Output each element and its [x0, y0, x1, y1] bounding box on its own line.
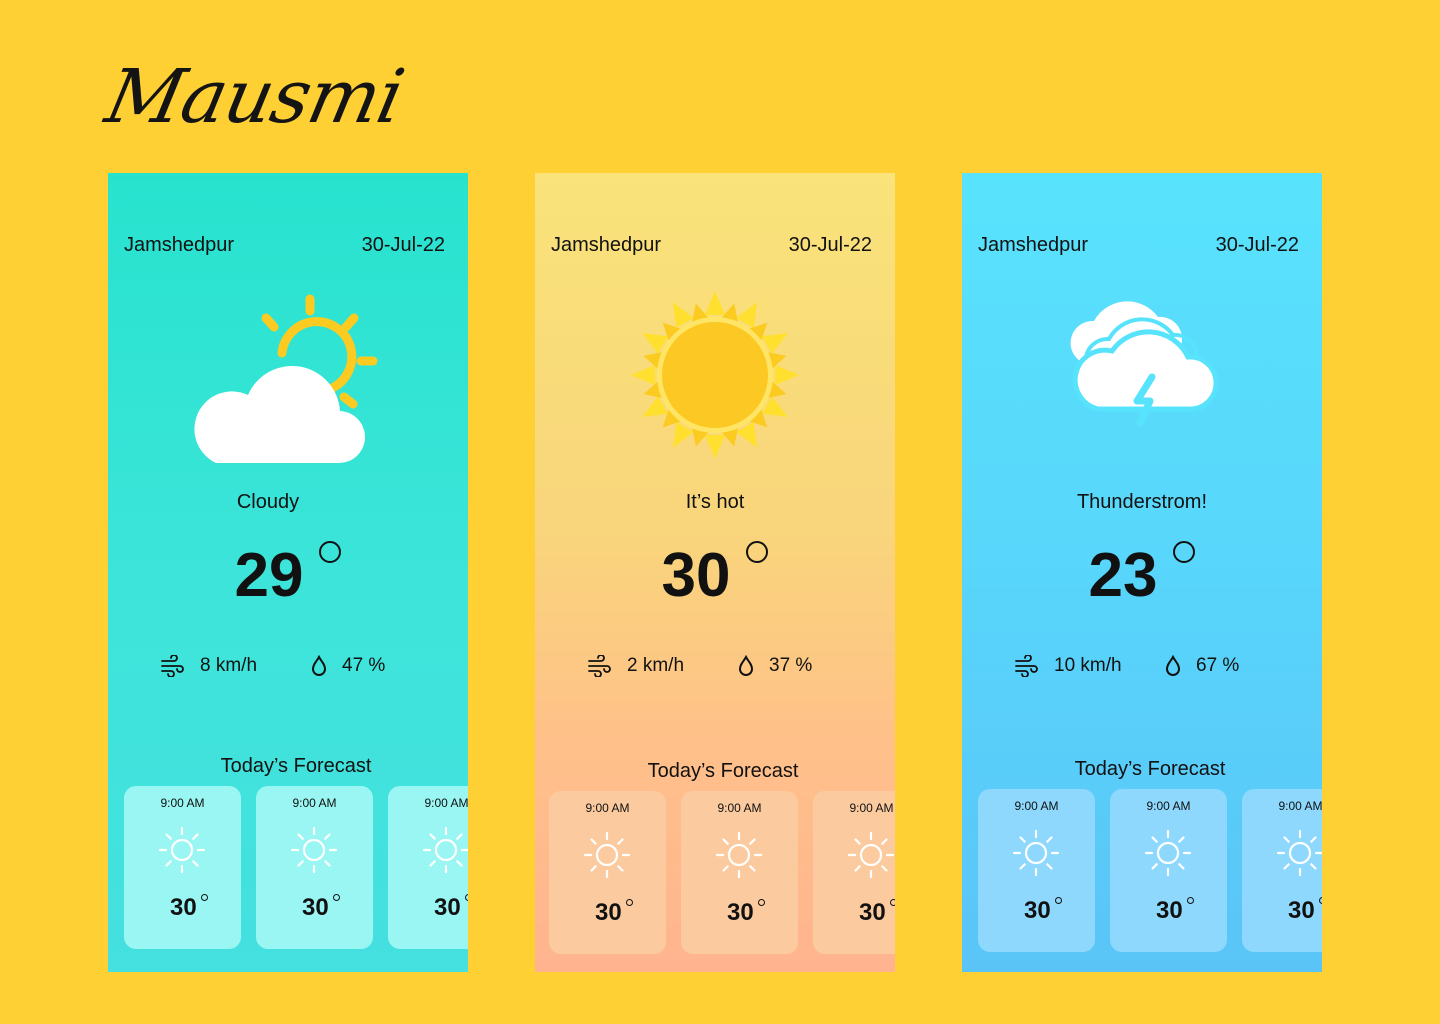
forecast-time: 9:00 AM: [424, 796, 468, 810]
sun-icon: [422, 826, 468, 874]
sun-icon: [715, 831, 763, 879]
forecast-time: 9:00 AM: [1278, 799, 1322, 813]
droplet-icon: [1165, 655, 1181, 676]
forecast-temp: 30: [595, 899, 622, 926]
date-label: 30-Jul-22: [361, 234, 445, 256]
degree-symbol: [465, 894, 468, 901]
sun-icon: [158, 826, 206, 874]
degree-symbol: [1173, 541, 1195, 563]
wind-stat: 10 km/h: [1014, 655, 1122, 677]
forecast-temp: 30: [302, 894, 329, 921]
forecast-temp: 30: [434, 894, 461, 921]
forecast-tile[interactable]: 9:00 AM 30: [813, 791, 895, 954]
app-logo: Mausmi: [98, 54, 411, 140]
wind-stat: 2 km/h: [587, 655, 684, 677]
forecast-tile[interactable]: 9:00 AM 30: [1110, 789, 1227, 952]
droplet-icon: [738, 655, 754, 676]
degree-symbol: [1187, 897, 1194, 904]
city-name: Jamshedpur: [124, 234, 235, 256]
date-label: 30-Jul-22: [1215, 234, 1299, 256]
degree-symbol: [201, 894, 208, 901]
degree-symbol: [758, 899, 765, 906]
forecast-tile[interactable]: 9:00 AM 30: [388, 786, 468, 949]
degree-symbol: [1055, 897, 1062, 904]
thunderstorm-icon: [962, 283, 1322, 473]
forecast-time: 9:00 AM: [849, 801, 894, 815]
weather-stats: 8 km/h 47 %: [160, 655, 460, 681]
degree-symbol: [746, 541, 768, 563]
forecast-time: 9:00 AM: [1014, 799, 1059, 813]
forecast-title: Today’s Forecast: [1074, 758, 1226, 780]
temperature-value: 29: [234, 541, 304, 610]
forecast-time: 9:00 AM: [585, 801, 630, 815]
temperature-value: 30: [661, 541, 731, 610]
forecast-time: 9:00 AM: [717, 801, 762, 815]
forecast-tile[interactable]: 9:00 AM 30: [1242, 789, 1322, 952]
wind-stat: 8 km/h: [160, 655, 257, 677]
sun-icon: [535, 283, 895, 473]
degree-symbol: [1319, 897, 1322, 904]
droplet-icon: [311, 655, 327, 676]
temperature-value: 23: [1088, 541, 1158, 610]
sun-icon: [1276, 829, 1322, 877]
condition-label: Thunderstrom!: [1076, 491, 1208, 513]
condition-label: It’s hot: [685, 491, 745, 513]
humidity-stat: 37 %: [737, 655, 812, 677]
weather-card-cloudy[interactable]: Jamshedpur 30-Jul-22 Cloudy 29 8 km/h 47…: [108, 173, 468, 972]
forecast-temp: 30: [1024, 897, 1051, 924]
forecast-temp: 30: [1288, 897, 1315, 924]
wind-icon: [588, 655, 611, 677]
weather-stats: 10 km/h 67 %: [1014, 655, 1314, 681]
humidity-stat: 47 %: [310, 655, 385, 677]
city-name: Jamshedpur: [551, 234, 662, 256]
degree-symbol: [626, 899, 633, 906]
sun-icon: [290, 826, 338, 874]
degree-symbol: [319, 541, 341, 563]
forecast-tile[interactable]: 9:00 AM 30: [681, 791, 798, 954]
humidity-stat: 67 %: [1164, 655, 1239, 677]
wind-speed: 2 km/h: [627, 655, 685, 676]
sun-icon: [1012, 829, 1060, 877]
wind-icon: [1015, 655, 1038, 677]
condition-label: Cloudy: [236, 491, 300, 513]
city-name: Jamshedpur: [978, 234, 1089, 256]
forecast-temp: 30: [170, 894, 197, 921]
forecast-tile[interactable]: 9:00 AM 30: [549, 791, 666, 954]
humidity-value: 47 %: [342, 655, 386, 676]
partly-cloudy-icon: [108, 283, 468, 473]
weather-stats: 2 km/h 37 %: [587, 655, 887, 681]
wind-icon: [161, 655, 184, 677]
forecast-tile[interactable]: 9:00 AM 30: [124, 786, 241, 949]
humidity-value: 37 %: [769, 655, 813, 676]
sun-icon: [847, 831, 895, 879]
forecast-temp: 30: [859, 899, 886, 926]
degree-symbol: [333, 894, 340, 901]
weather-card-storm[interactable]: Jamshedpur 30-Jul-22 Thunderstrom! 23 10…: [962, 173, 1322, 972]
weather-card-hot[interactable]: Jamshedpur 30-Jul-22 It’s hot 30 2 km/h …: [535, 173, 895, 972]
forecast-temp: 30: [1156, 897, 1183, 924]
forecast-tile[interactable]: 9:00 AM 30: [256, 786, 373, 949]
forecast-time: 9:00 AM: [160, 796, 205, 810]
forecast-title: Today’s Forecast: [647, 760, 799, 782]
wind-speed: 10 km/h: [1054, 655, 1122, 676]
sun-icon: [1144, 829, 1192, 877]
date-label: 30-Jul-22: [788, 234, 872, 256]
wind-speed: 8 km/h: [200, 655, 258, 676]
sun-icon: [583, 831, 631, 879]
humidity-value: 67 %: [1196, 655, 1240, 676]
forecast-temp: 30: [727, 899, 754, 926]
forecast-tile[interactable]: 9:00 AM 30: [978, 789, 1095, 952]
degree-symbol: [890, 899, 895, 906]
forecast-title: Today’s Forecast: [220, 755, 372, 777]
forecast-time: 9:00 AM: [1146, 799, 1191, 813]
forecast-time: 9:00 AM: [292, 796, 337, 810]
